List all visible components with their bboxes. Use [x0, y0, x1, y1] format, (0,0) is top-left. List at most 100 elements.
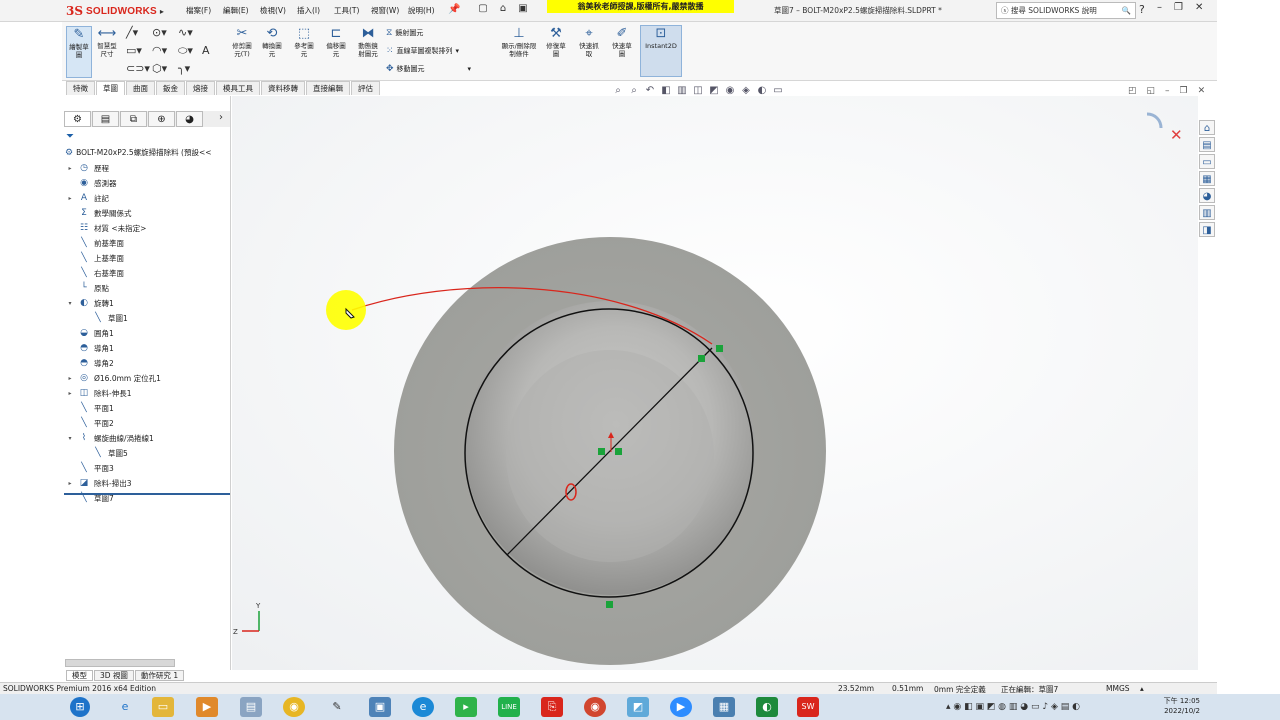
offset-entities-button[interactable]: ⊏ 偏移圖元: [322, 26, 350, 58]
tab-direct-editing[interactable]: 直接編輯: [306, 81, 350, 95]
text-icon[interactable]: A: [202, 44, 210, 57]
view-settings-icon[interactable]: ▭: [772, 85, 784, 96]
tree-item[interactable]: ╲ 草圖5: [80, 446, 128, 460]
expand-arrow-icon[interactable]: ▸: [66, 165, 74, 172]
tree-item[interactable]: ╲ 草圖1: [80, 311, 128, 325]
graphics-area[interactable]: Y Z ✕: [232, 96, 1198, 670]
tree-item[interactable]: ▾ ◐ 旋轉1: [66, 296, 113, 310]
tab-weldments[interactable]: 熔接: [186, 81, 215, 95]
media-icon[interactable]: ▶: [196, 697, 218, 717]
design-library-icon[interactable]: ▤: [1199, 137, 1215, 152]
menu-tools[interactable]: 工具(T): [334, 5, 371, 16]
polygon-icon[interactable]: ⬡▾: [152, 62, 167, 75]
tree-root[interactable]: ⚙ BOLT-M20xP2.5螺旋掃描除料 (預設<<: [65, 147, 212, 158]
green-app2-icon[interactable]: ◐: [756, 697, 778, 717]
dynamic-mirror-button[interactable]: ⧓ 動態鏡射圖元: [354, 26, 382, 58]
photos-icon[interactable]: ▦: [713, 697, 735, 717]
trim-entities-button[interactable]: ✂ 修剪圖元(T): [228, 26, 256, 58]
menu-window[interactable]: 視窗(W): [371, 5, 408, 16]
linear-pattern-button[interactable]: ⁙ 直線草圖複製排列 ▾: [386, 46, 459, 56]
search-icon[interactable]: 🔍: [1122, 3, 1131, 18]
photo-icon[interactable]: ▣: [369, 697, 391, 717]
pin-icon[interactable]: 📌: [448, 4, 460, 15]
tab-sheet-metal[interactable]: 鈑金: [156, 81, 185, 95]
minimize-icon[interactable]: –: [1157, 2, 1162, 13]
cancel-sketch-icon[interactable]: ✕: [1170, 126, 1183, 144]
taskbar-clock[interactable]: 下午 12:05 2022/10/2: [1150, 696, 1200, 716]
tree-item[interactable]: ◉ 感測器: [66, 176, 116, 190]
tree-item[interactable]: └ 原點: [66, 281, 109, 295]
hide-show-icon[interactable]: ◉: [724, 85, 736, 96]
tree-item[interactable]: ▸ A 註記: [66, 191, 109, 205]
tree-item[interactable]: ◓ 導角2: [66, 356, 114, 370]
edit-appearance-icon[interactable]: ◈: [740, 85, 752, 96]
edge-icon[interactable]: e: [412, 697, 434, 717]
rapid-sketch-button[interactable]: ✐ 快速草圖: [608, 26, 636, 58]
property-manager-tab-icon[interactable]: ▤: [92, 111, 119, 127]
tab-evaluate[interactable]: 評估: [351, 81, 380, 95]
dropdown-icon[interactable]: ▾: [456, 47, 460, 55]
configuration-manager-tab-icon[interactable]: ⧉: [120, 111, 147, 127]
mirror-entities-button[interactable]: ⧖ 鏡射圖元: [386, 28, 423, 38]
fillet-icon[interactable]: ╮▾: [178, 62, 190, 75]
rectangle-icon[interactable]: ▭▾: [126, 44, 142, 57]
solidworks-2016-icon[interactable]: SW: [797, 697, 819, 717]
menu-insert[interactable]: 插入(I): [297, 5, 334, 16]
tab-mold-tools[interactable]: 模具工具: [216, 81, 260, 95]
slot-icon[interactable]: ⊂⊃▾: [126, 62, 150, 75]
custom-properties-icon[interactable]: ▥: [1199, 205, 1215, 220]
view-palette-icon[interactable]: ▦: [1199, 171, 1215, 186]
quick-snaps-button[interactable]: ⌖ 快速抓取: [574, 26, 604, 58]
menu-file[interactable]: 檔案(F): [186, 5, 223, 16]
explorer-icon[interactable]: ▭: [152, 697, 174, 717]
pdf-icon[interactable]: ⎘: [541, 697, 563, 717]
view-orientation-icon[interactable]: ◫: [692, 85, 704, 96]
tab-features[interactable]: 特徵: [66, 81, 95, 95]
tree-item[interactable]: ╲ 上基準面: [66, 251, 124, 265]
notepad-icon[interactable]: ▤: [240, 697, 262, 717]
tree-item[interactable]: Σ 數學關係式: [66, 206, 131, 220]
offset-surface-button[interactable]: ⬚ 參考圖元: [290, 26, 318, 58]
chrome-icon[interactable]: ◉: [283, 697, 305, 717]
search-input[interactable]: ⓢ 搜尋 SOLIDWORKS 說明 🔍: [996, 2, 1136, 19]
display-delete-relations-button[interactable]: ⊥ 顯示/刪除限制條件: [500, 26, 538, 58]
menu-view[interactable]: 檢視(V): [260, 5, 297, 16]
smart-dimension-button[interactable]: ⟷ 智慧型尺寸: [94, 26, 120, 58]
tree-item[interactable]: ◓ 導角1: [66, 341, 114, 355]
tree-item[interactable]: ╲ 右基準面: [66, 266, 124, 280]
help-icon[interactable]: ?: [1139, 3, 1145, 16]
line-icon[interactable]: LINE: [498, 697, 520, 717]
viewport-close-icon[interactable]: ✕: [1198, 86, 1206, 96]
tree-item[interactable]: ╲ 平面1: [66, 401, 114, 415]
pencil-icon[interactable]: ✎: [326, 697, 348, 717]
dropdown-icon[interactable]: ▾: [468, 65, 472, 73]
menu-help[interactable]: 說明(H): [408, 5, 445, 16]
tree-item[interactable]: ☷ 材質 <未指定>: [66, 221, 147, 235]
tab-3d-views[interactable]: 3D 視圖: [94, 670, 134, 681]
expand-arrow-icon[interactable]: ▸: [66, 390, 74, 397]
repair-sketch-button[interactable]: ⚒ 修復草圖: [542, 26, 570, 58]
windows-start-icon[interactable]: ⊞: [70, 697, 90, 717]
restore-icon[interactable]: ❐: [1174, 2, 1183, 13]
rollback-bar[interactable]: [64, 493, 230, 507]
tree-item[interactable]: ╲ 平面2: [66, 416, 114, 430]
viewport-tile-icon[interactable]: ◱: [1147, 86, 1156, 96]
tree-item[interactable]: ▸ ◷ 歷程: [66, 161, 109, 175]
new-icon[interactable]: ▢: [476, 3, 490, 14]
expand-arrow-icon[interactable]: ▸: [66, 480, 74, 487]
menu-edit[interactable]: 編輯(E): [223, 5, 260, 16]
home-icon[interactable]: ⌂: [1199, 120, 1215, 135]
tree-item[interactable]: ▸ ◪ 除料-掃出3: [66, 476, 131, 490]
convert-entities-button[interactable]: ⟲ 轉換圖元: [258, 26, 286, 58]
zoom-to-fit-icon[interactable]: ⌕: [612, 85, 624, 96]
viewport-minimize-icon[interactable]: –: [1165, 86, 1170, 96]
green-app-icon[interactable]: ▸: [455, 697, 477, 717]
appearances-icon[interactable]: ◕: [1199, 188, 1215, 203]
filter-icon[interactable]: ⏷: [66, 131, 74, 142]
units-selector[interactable]: MMGS: [1106, 684, 1130, 693]
tree-item[interactable]: ╲ 平面3: [66, 461, 114, 475]
tab-data-migration[interactable]: 資料移轉: [261, 81, 305, 95]
paint-icon[interactable]: ◩: [627, 697, 649, 717]
circle-icon[interactable]: ⊙▾: [152, 26, 167, 39]
close-icon[interactable]: ✕: [1195, 2, 1203, 13]
